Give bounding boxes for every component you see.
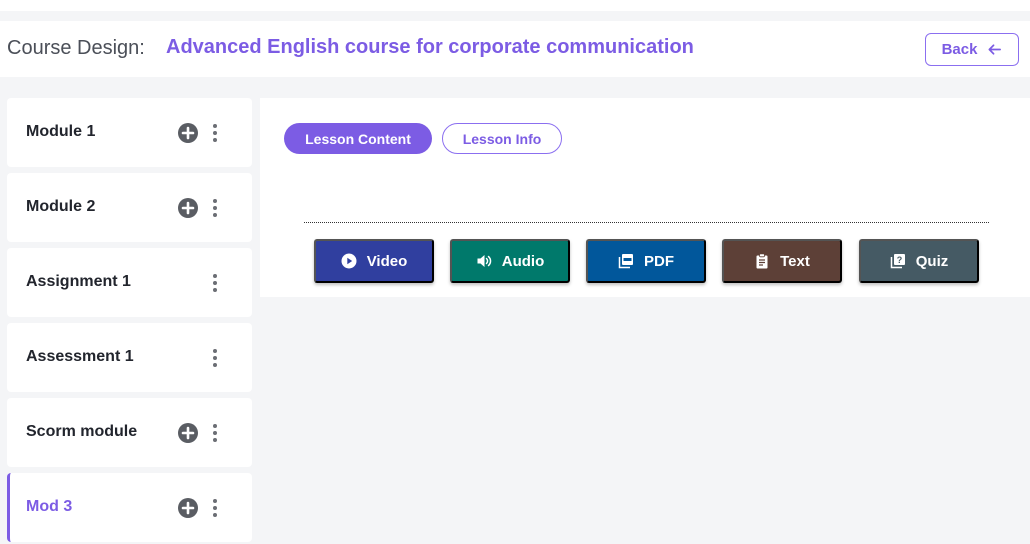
video-button-label: Video bbox=[366, 252, 408, 270]
volume-icon bbox=[477, 255, 491, 267]
page-header: Course Design: Advanced English course f… bbox=[0, 21, 1030, 77]
module-label: Module 2 bbox=[26, 198, 96, 215]
video-button[interactable]: Video bbox=[314, 239, 434, 283]
pdf-icon bbox=[618, 254, 633, 269]
sidebar-item-module-1[interactable]: Module 1 bbox=[7, 98, 252, 167]
page-title: Advanced English course for corporate co… bbox=[166, 36, 694, 58]
add-lesson-icon[interactable] bbox=[178, 423, 198, 443]
pdf-button[interactable]: PDF bbox=[586, 239, 706, 283]
module-label: Module 1 bbox=[26, 123, 96, 140]
tab-lesson-info[interactable]: Lesson Info bbox=[442, 123, 562, 154]
sidebar-item-scorm-module[interactable]: Scorm module bbox=[7, 398, 252, 467]
more-options-icon[interactable] bbox=[211, 422, 219, 444]
more-options-icon[interactable] bbox=[211, 347, 219, 369]
divider bbox=[304, 222, 989, 223]
quiz-button-label: Quiz bbox=[915, 252, 949, 270]
sidebar-item-assessment-1[interactable]: Assessment 1 bbox=[7, 323, 252, 392]
sidebar-item-assignment-1[interactable]: Assignment 1 bbox=[7, 248, 252, 317]
play-circle-icon bbox=[341, 253, 357, 269]
module-label: Assignment 1 bbox=[26, 273, 131, 290]
sidebar-item-mod-3[interactable]: Mod 3 bbox=[7, 473, 252, 542]
add-lesson-icon[interactable] bbox=[178, 123, 198, 143]
module-label: Scorm module bbox=[26, 423, 138, 440]
arrow-left-icon bbox=[988, 44, 1002, 55]
quiz-icon: ? bbox=[890, 254, 905, 269]
clipboard-icon bbox=[756, 253, 768, 269]
module-label: Mod 3 bbox=[26, 498, 73, 515]
top-strip bbox=[0, 0, 1030, 11]
sidebar-item-module-2[interactable]: Module 2 bbox=[7, 173, 252, 242]
svg-text:?: ? bbox=[897, 255, 903, 265]
lesson-panel: Lesson Content Lesson Info Video Audio P… bbox=[260, 98, 1030, 297]
audio-button[interactable]: Audio bbox=[450, 239, 570, 283]
pdf-button-label: PDF bbox=[644, 252, 674, 270]
back-button[interactable]: Back bbox=[925, 33, 1019, 66]
text-button[interactable]: Text bbox=[722, 239, 842, 283]
audio-button-label: Audio bbox=[501, 252, 545, 270]
add-lesson-icon[interactable] bbox=[178, 198, 198, 218]
more-options-icon[interactable] bbox=[211, 272, 219, 294]
more-options-icon[interactable] bbox=[211, 497, 219, 519]
add-lesson-icon[interactable] bbox=[178, 498, 198, 518]
more-options-icon[interactable] bbox=[211, 197, 219, 219]
text-button-label: Text bbox=[780, 252, 810, 270]
breadcrumb: Course Design: bbox=[7, 37, 145, 59]
tab-lesson-content[interactable]: Lesson Content bbox=[284, 123, 432, 154]
quiz-button[interactable]: ? Quiz bbox=[859, 239, 979, 283]
back-button-label: Back bbox=[941, 41, 978, 58]
more-options-icon[interactable] bbox=[211, 122, 219, 144]
module-label: Assessment 1 bbox=[26, 348, 134, 365]
